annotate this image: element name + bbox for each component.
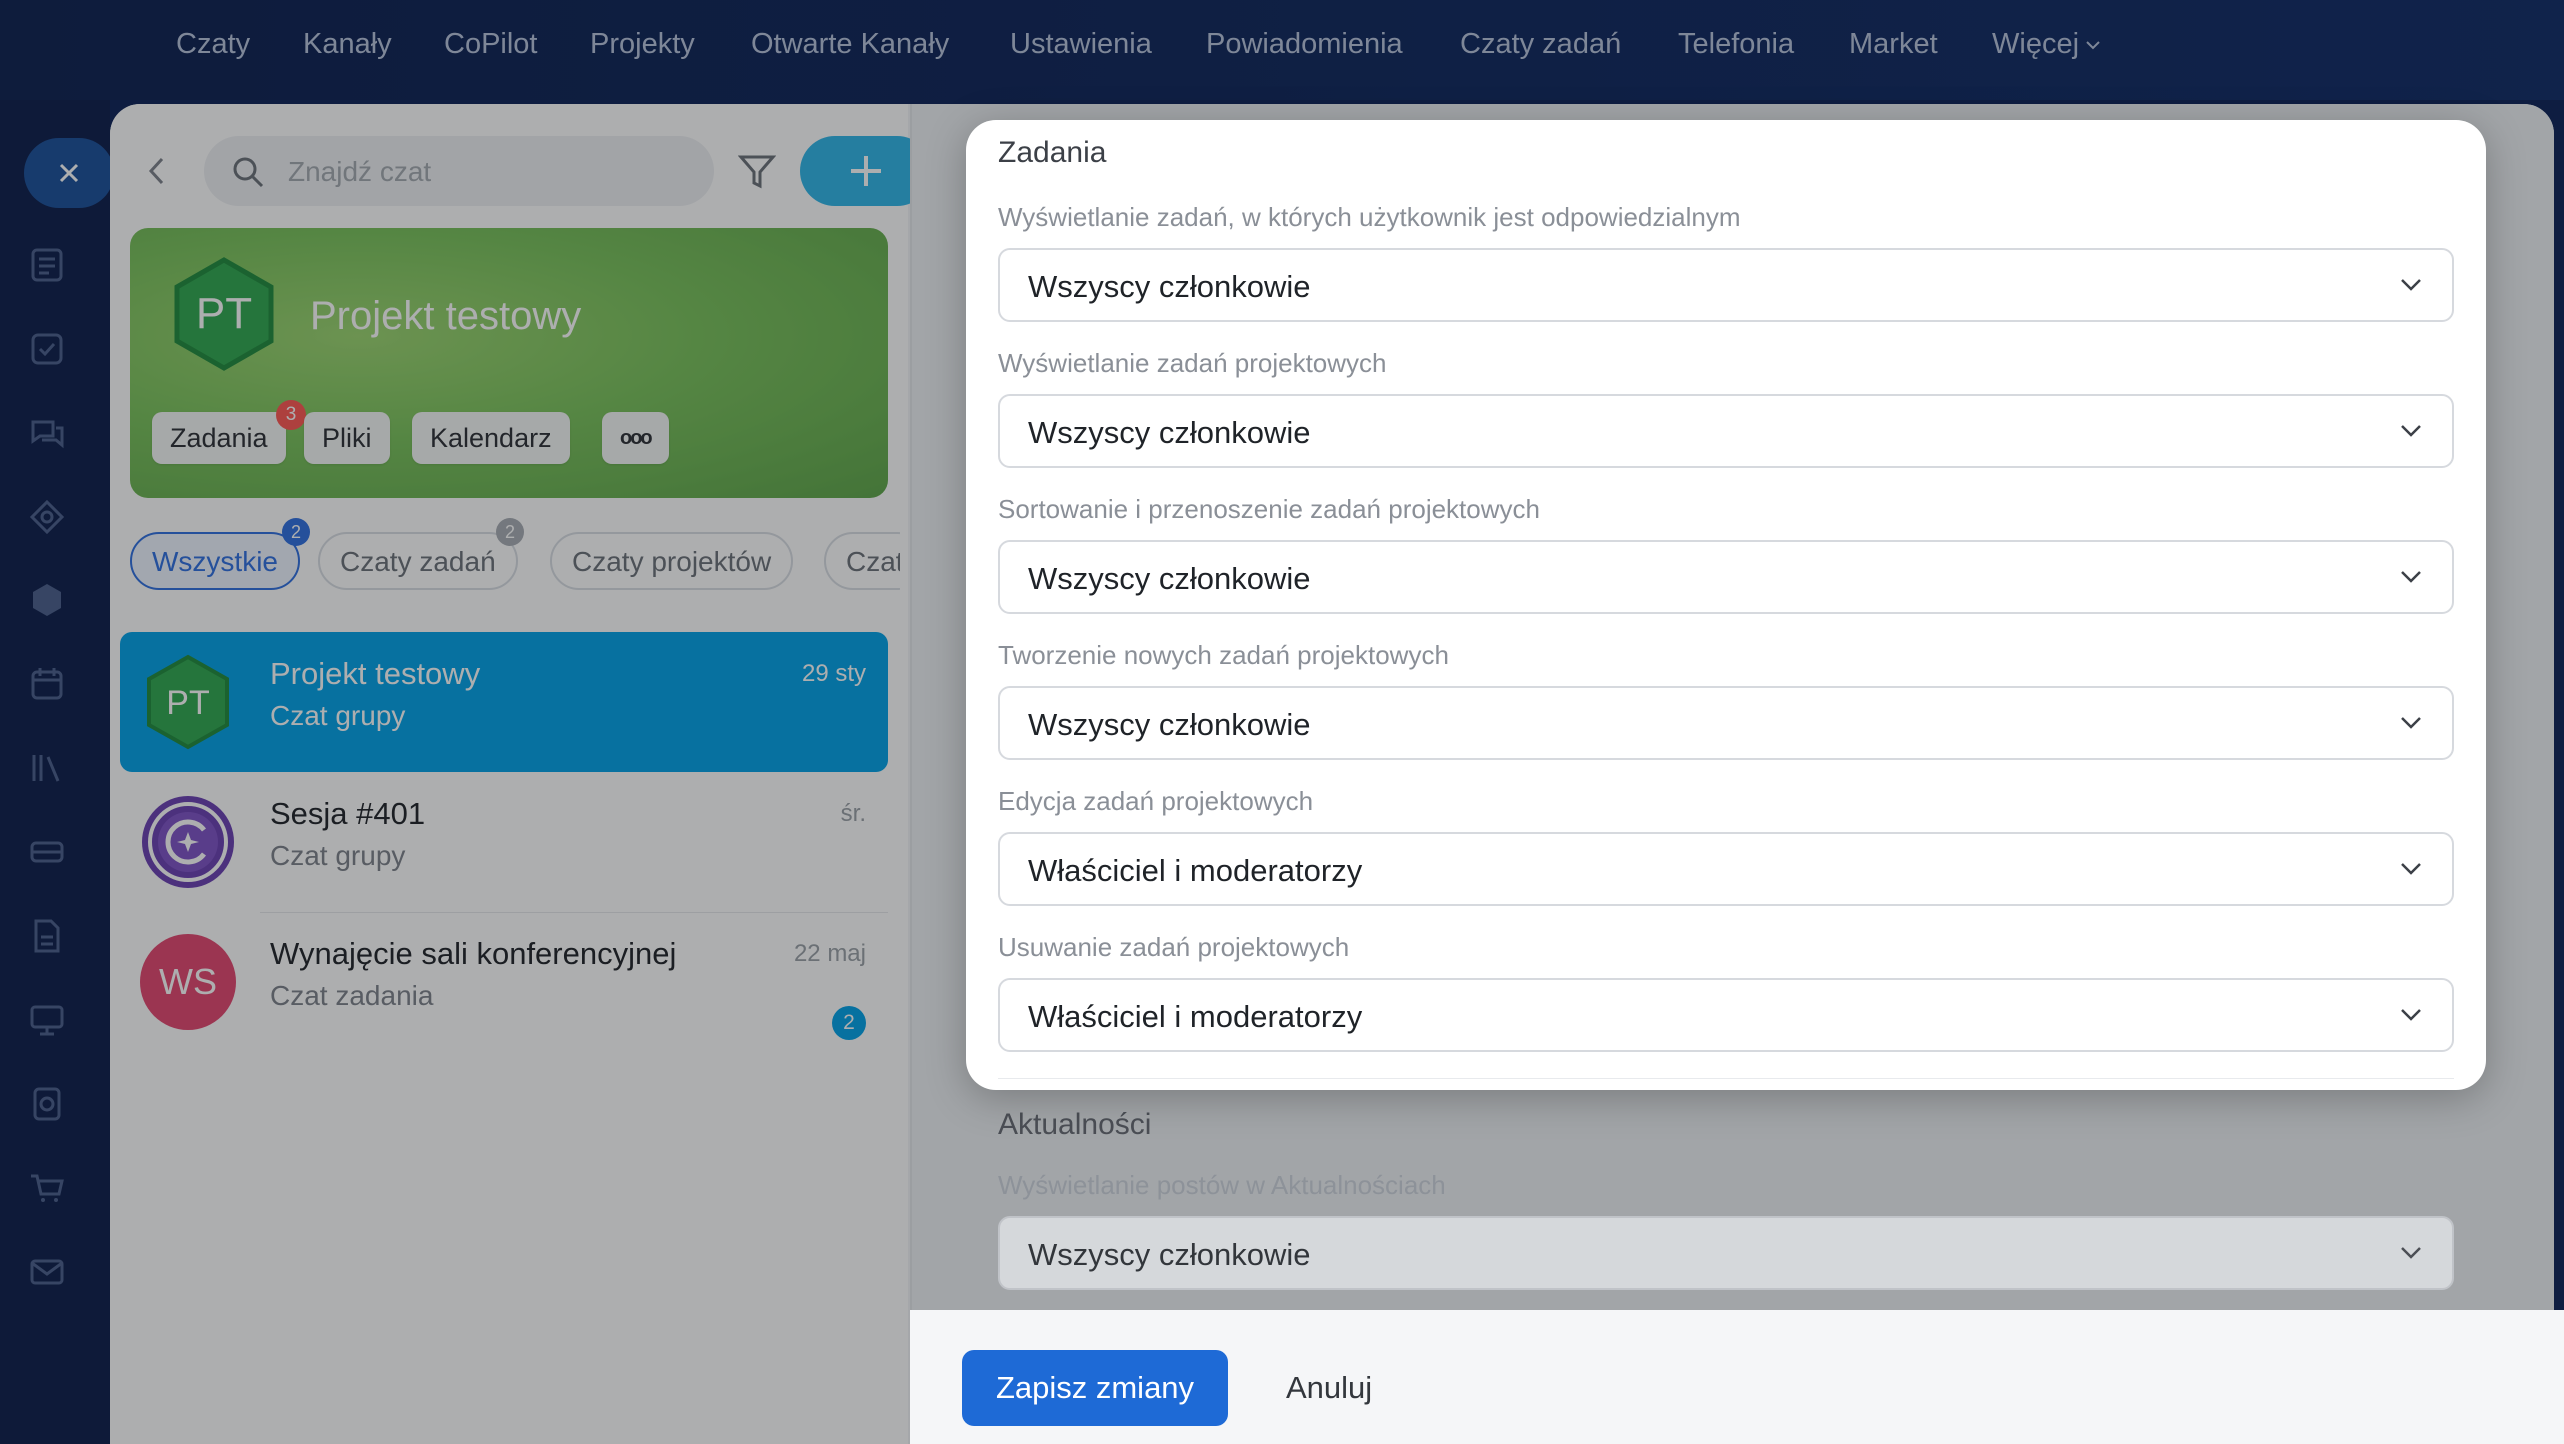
chevron-down-icon [2401, 279, 2421, 291]
field-label: Tworzenie nowych zadań projektowych [998, 640, 1449, 670]
news-field-label: Wyświetlanie postów w Aktualnościach [998, 1170, 1446, 1200]
responsible-tasks-visibility-select[interactable]: Wszyscy członkowie [998, 248, 2454, 322]
divider [998, 1078, 2454, 1079]
field-label: Edycja zadań projektowych [998, 786, 1314, 816]
save-changes-button[interactable]: Zapisz zmiany [962, 1350, 1228, 1426]
chevron-down-icon [2401, 717, 2421, 729]
chevron-down-icon [2401, 1009, 2421, 1021]
sort-move-tasks-select[interactable]: Wszyscy członkowie [998, 540, 2454, 614]
field-label: Wyświetlanie zadań, w których użytkownik… [998, 202, 1741, 232]
field-label: Sortowanie i przenoszenie zadań projekto… [998, 494, 1540, 524]
field-label: Usuwanie zadań projektowych [998, 932, 1350, 962]
select-value: Wszyscy członkowie [1028, 269, 1311, 304]
news-section: Aktualności Wyświetlanie postów w Aktual… [966, 1090, 2486, 1310]
chevron-down-icon [2401, 425, 2421, 437]
field-label: Wyświetlanie zadań projektowych [998, 348, 1387, 378]
chevron-down-icon [2401, 863, 2421, 875]
tasks-section-title: Zadania [998, 136, 1107, 169]
form-footer: Zapisz zmiany Anuluj [910, 1310, 2564, 1444]
tasks-permissions-card: Zadania Wyświetlanie zadań, w których uż… [966, 120, 2486, 1090]
select-value: Wszyscy członkowie [1028, 707, 1311, 742]
select-value: Wszyscy członkowie [1028, 415, 1311, 450]
create-tasks-select[interactable]: Wszyscy członkowie [998, 686, 2454, 760]
select-value: Wszyscy członkowie [1028, 1237, 1311, 1272]
project-tasks-visibility-select[interactable]: Wszyscy członkowie [998, 394, 2454, 468]
cancel-button[interactable]: Anuluj [1286, 1370, 1372, 1406]
select-value: Właściciel i moderatorzy [1028, 999, 1363, 1034]
chevron-down-icon [2401, 1247, 2421, 1259]
chevron-down-icon [2401, 571, 2421, 583]
edit-tasks-select[interactable]: Właściciel i moderatorzy [998, 832, 2454, 906]
news-section-title: Aktualności [998, 1108, 1152, 1141]
delete-tasks-select[interactable]: Właściciel i moderatorzy [998, 978, 2454, 1052]
select-value: Wszyscy członkowie [1028, 561, 1311, 596]
select-value: Właściciel i moderatorzy [1028, 853, 1363, 888]
news-visibility-select[interactable]: Wszyscy członkowie [998, 1216, 2454, 1290]
